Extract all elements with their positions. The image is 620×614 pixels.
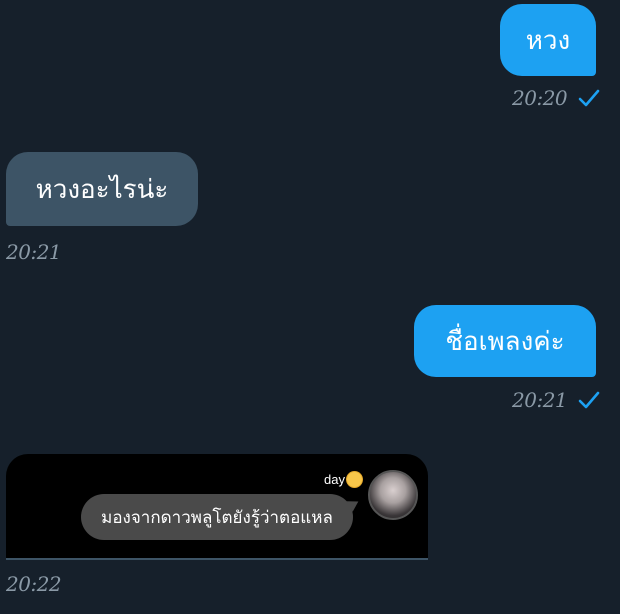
message-text: หวง bbox=[525, 25, 571, 56]
story-username: day bbox=[324, 472, 362, 487]
message-meta: 20:21 bbox=[6, 240, 62, 264]
checkmark-icon bbox=[578, 89, 600, 107]
message-timestamp: 20:22 bbox=[6, 572, 62, 596]
message-timestamp: 20:21 bbox=[6, 240, 62, 264]
story-reply-text: มองจากดาวพลูโตยังรู้ว่าตอแหล bbox=[101, 507, 333, 528]
message-text: หวงอะไรน่ะ bbox=[35, 174, 169, 205]
message-bubble-outgoing[interactable]: หวง bbox=[500, 4, 596, 76]
message-text: ชื่อเพลงค่ะ bbox=[445, 326, 565, 357]
message-bubble-outgoing[interactable]: ชื่อเพลงค่ะ bbox=[414, 305, 596, 377]
sun-emoji-icon bbox=[347, 472, 362, 487]
message-meta: 20:21 bbox=[512, 388, 601, 412]
message-timestamp: 20:21 bbox=[512, 388, 568, 412]
message-meta: 20:22 bbox=[6, 572, 62, 596]
chat-thread: หวง 20:20 หวงอะไรน่ะ 20:21 ชื่อเพลงค่ะ 2… bbox=[0, 0, 620, 614]
message-timestamp: 20:20 bbox=[512, 86, 568, 110]
avatar bbox=[368, 470, 418, 520]
message-meta: 20:20 bbox=[512, 86, 601, 110]
image-message[interactable]: day มองจากดาวพลูโตยังรู้ว่าตอแหล bbox=[6, 454, 428, 560]
message-bubble-incoming[interactable]: หวงอะไรน่ะ bbox=[6, 152, 198, 226]
checkmark-icon bbox=[578, 391, 600, 409]
story-reply-bubble: มองจากดาวพลูโตยังรู้ว่าตอแหล bbox=[81, 494, 353, 540]
story-username-text: day bbox=[324, 472, 345, 487]
